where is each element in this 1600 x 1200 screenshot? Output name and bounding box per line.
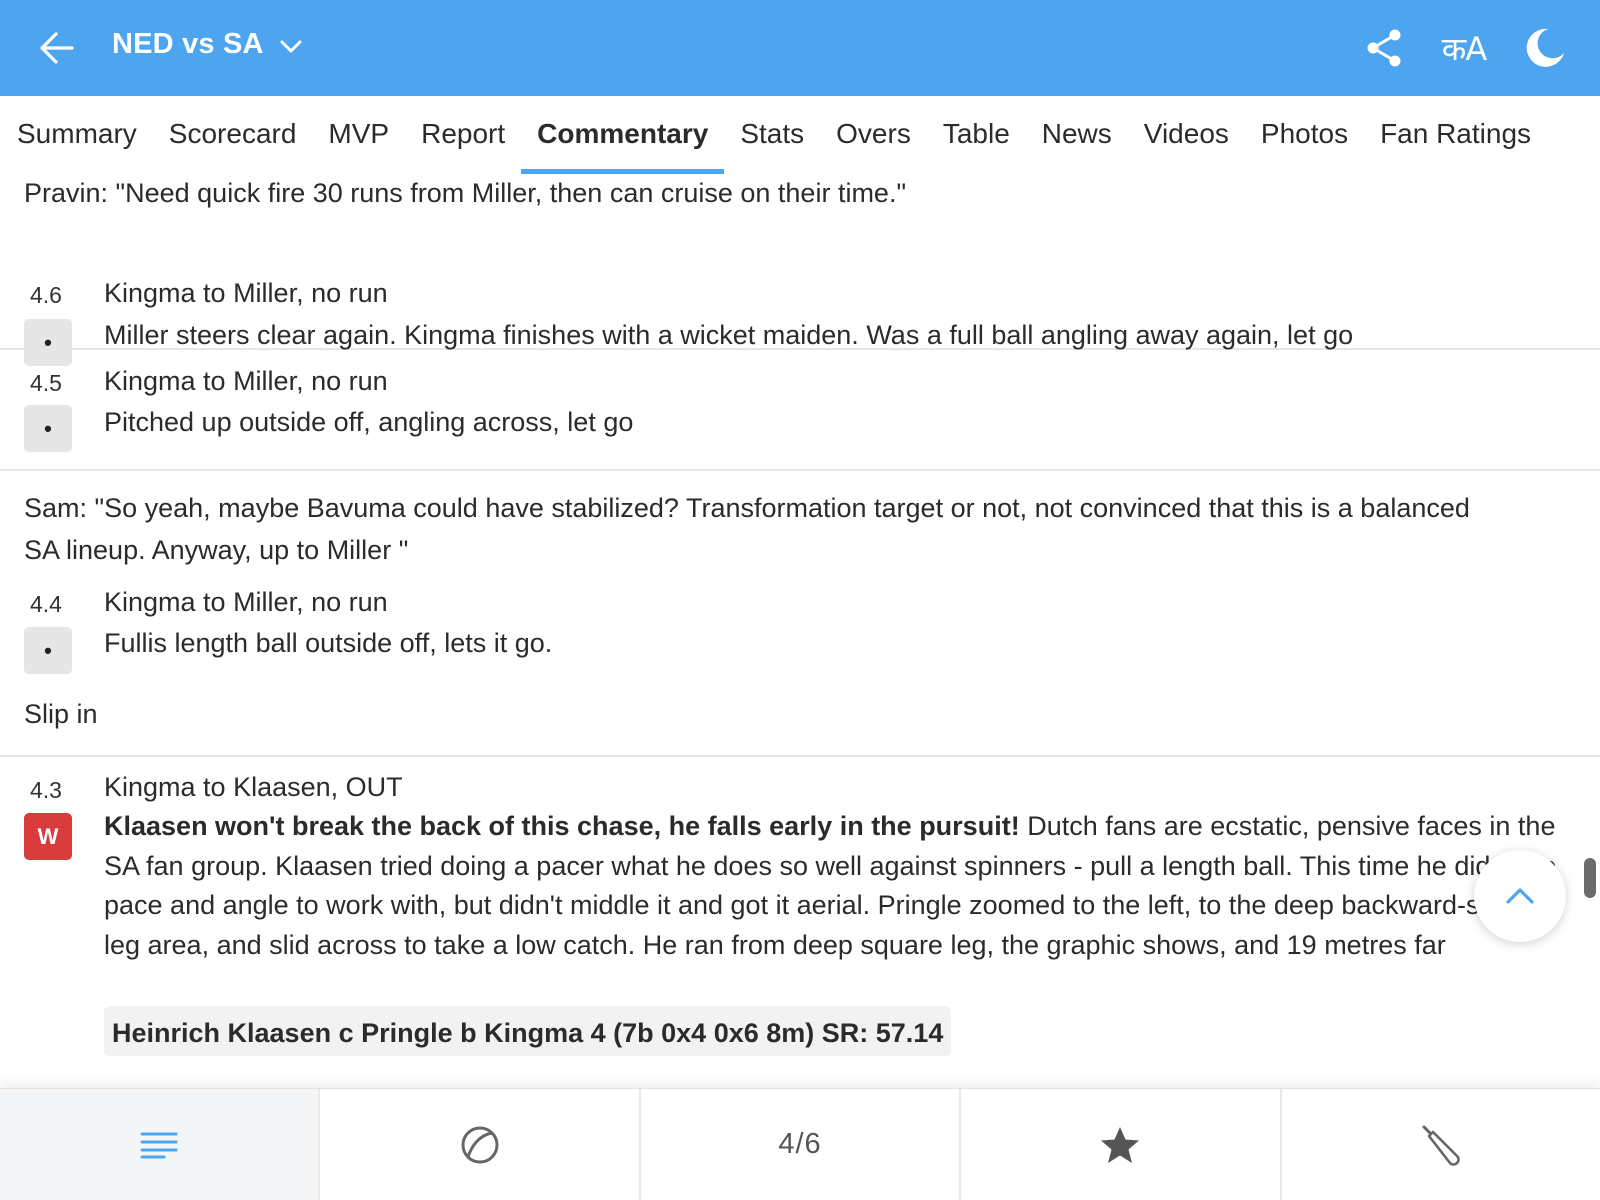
over-number: 4.4 bbox=[30, 591, 62, 617]
ball-commentary-item-wicket: 4.3 W Kingma to Klaasen, OUT Klaasen won… bbox=[0, 757, 1600, 1077]
ball-description: Klaasen won't break the back of this cha… bbox=[104, 807, 1570, 965]
arrow-left-icon bbox=[40, 32, 74, 64]
tab-summary[interactable]: Summary bbox=[17, 96, 137, 174]
ball-title: Kingma to Miller, no run bbox=[104, 366, 388, 396]
dismissal-summary: Heinrich Klaasen c Pringle b Kingma 4 (7… bbox=[104, 1006, 952, 1056]
tab-commentary[interactable]: Commentary bbox=[521, 96, 725, 174]
tab-stats[interactable]: Stats bbox=[740, 96, 804, 174]
commentary-note: Slip in bbox=[24, 699, 98, 729]
language-button[interactable]: कA bbox=[1436, 22, 1492, 74]
menu-lines-icon bbox=[140, 1132, 178, 1158]
bottom-nav-favorites[interactable] bbox=[961, 1089, 1282, 1200]
commentary-feed[interactable]: Pravin: "Need quick fire 30 runs from Mi… bbox=[0, 174, 1600, 1090]
ball-title: Kingma to Miller, no run bbox=[104, 587, 388, 617]
chevron-down-icon bbox=[280, 40, 302, 52]
chevron-up-icon bbox=[1506, 888, 1534, 904]
star-icon bbox=[1101, 1126, 1140, 1163]
ball-commentary-item: 4.6 • Kingma to Miller, no run Miller st… bbox=[0, 214, 1600, 366]
bottom-navigation: 4/6 bbox=[0, 1088, 1600, 1200]
cricket-bat-icon bbox=[1422, 1125, 1460, 1166]
tab-photos[interactable]: Photos bbox=[1261, 96, 1348, 174]
bottom-nav-ball[interactable] bbox=[320, 1089, 641, 1200]
commentary-note: Sam: "So yeah, maybe Bavuma could have s… bbox=[24, 493, 1470, 565]
ball-description-highlight: Klaasen won't break the back of this cha… bbox=[104, 811, 1020, 841]
moon-icon bbox=[1526, 28, 1564, 67]
tab-videos[interactable]: Videos bbox=[1144, 96, 1229, 174]
back-button[interactable] bbox=[30, 26, 82, 70]
ball-commentary-item: 4.4 • Kingma to Miller, no run Fullis le… bbox=[0, 571, 1600, 674]
bottom-nav-batting[interactable] bbox=[1282, 1089, 1600, 1200]
match-tabs: Summary Scorecard MVP Report Commentary … bbox=[0, 96, 1600, 174]
language-icon: कA bbox=[1441, 29, 1487, 68]
ball-title: Kingma to Miller, no run bbox=[104, 278, 388, 308]
ball-commentary-item: 4.5 • Kingma to Miller, no run Pitched u… bbox=[0, 350, 1600, 471]
wicket-badge: W bbox=[24, 813, 72, 860]
ball-description: Pitched up outside off, angling across, … bbox=[104, 407, 634, 437]
tab-table[interactable]: Table bbox=[943, 96, 1010, 174]
share-button[interactable] bbox=[1356, 22, 1412, 74]
tab-news[interactable]: News bbox=[1042, 96, 1112, 174]
bottom-nav-commentary[interactable] bbox=[0, 1089, 321, 1200]
app-bar: NED vs SA कA bbox=[0, 0, 1600, 96]
over-number: 4.6 bbox=[30, 282, 62, 308]
app-bar-actions: कA bbox=[1332, 22, 1572, 74]
over-number: 4.3 bbox=[30, 777, 62, 803]
page-counter: 4/6 bbox=[778, 1128, 822, 1160]
tab-overs[interactable]: Overs bbox=[836, 96, 911, 174]
commentary-note: Pravin: "Need quick fire 30 runs from Mi… bbox=[24, 178, 907, 208]
tab-report[interactable]: Report bbox=[421, 96, 505, 174]
match-selector[interactable]: NED vs SA bbox=[112, 28, 302, 61]
tab-fan-ratings[interactable]: Fan Ratings bbox=[1380, 96, 1531, 174]
scroll-to-top-button[interactable] bbox=[1474, 850, 1566, 942]
cricket-ball-icon bbox=[461, 1126, 499, 1163]
commentary-note-item: Slip in bbox=[0, 673, 1600, 757]
ball-description: Fullis length ball outside off, lets it … bbox=[104, 628, 553, 658]
bottom-nav-page-counter[interactable]: 4/6 bbox=[641, 1089, 962, 1200]
tab-mvp[interactable]: MVP bbox=[328, 96, 389, 174]
ball-result-badge: • bbox=[24, 405, 72, 452]
match-title: NED vs SA bbox=[112, 28, 264, 60]
over-number: 4.5 bbox=[30, 370, 62, 396]
tab-scorecard[interactable]: Scorecard bbox=[169, 96, 297, 174]
theme-toggle-button[interactable] bbox=[1516, 22, 1572, 74]
share-icon bbox=[1367, 29, 1401, 67]
ball-title: Kingma to Klaasen, OUT bbox=[104, 772, 403, 802]
ball-result-badge: • bbox=[24, 627, 72, 674]
scrollbar-thumb[interactable] bbox=[1584, 858, 1596, 898]
